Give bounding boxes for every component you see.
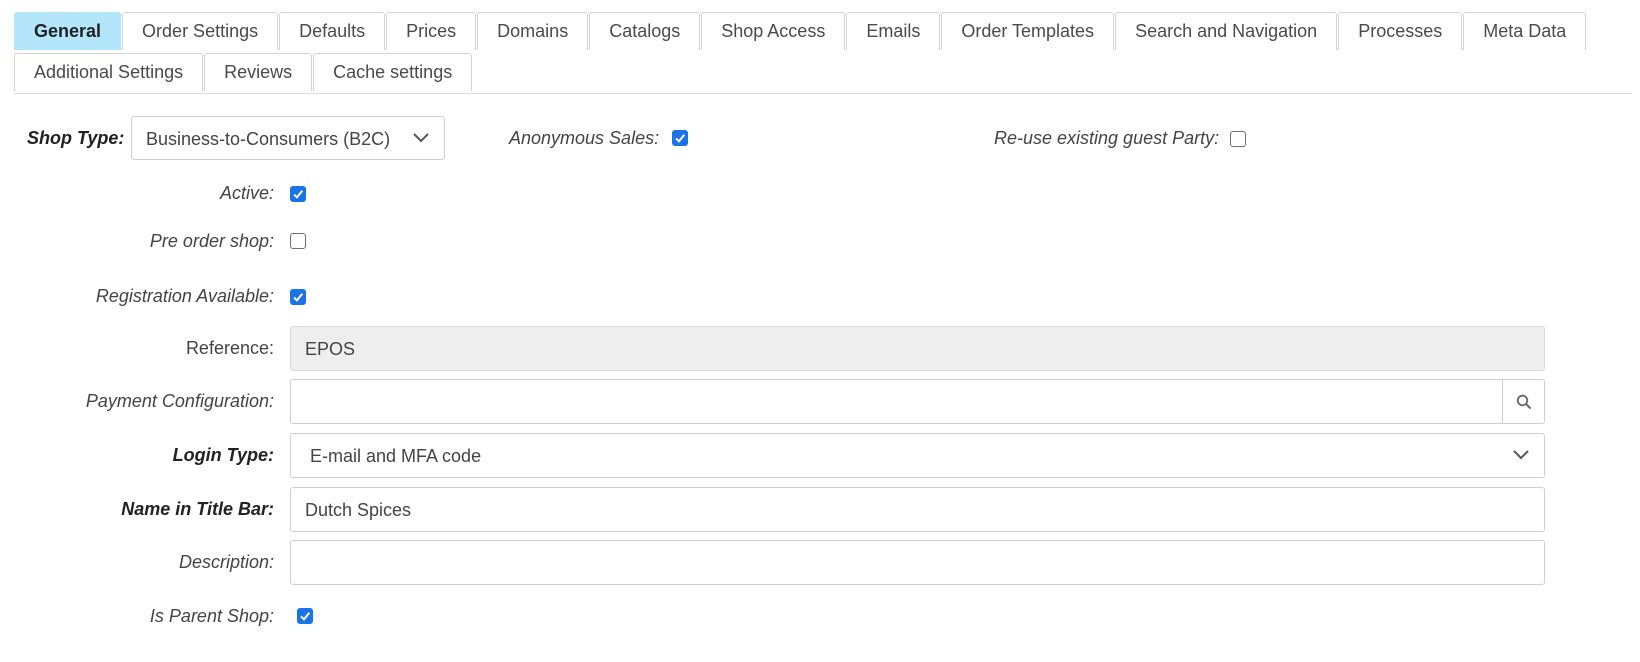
tab-order-settings[interactable]: Order Settings bbox=[122, 12, 279, 50]
tab-reviews[interactable]: Reviews bbox=[204, 53, 313, 91]
tab-domains[interactable]: Domains bbox=[477, 12, 589, 50]
registration-available-label: Registration Available: bbox=[95, 286, 274, 306]
tab-search-and-navigation[interactable]: Search and Navigation bbox=[1115, 12, 1338, 50]
pre-order-shop-checkbox[interactable] bbox=[290, 233, 306, 249]
reuse-guest-party-label: Re-use existing guest Party: bbox=[994, 128, 1220, 148]
checkmark-icon bbox=[293, 293, 304, 302]
shop-type-label: Shop Type: bbox=[27, 128, 125, 148]
anonymous-sales-checkbox[interactable] bbox=[672, 130, 688, 146]
tab-catalogs[interactable]: Catalogs bbox=[589, 12, 701, 50]
tab-divider bbox=[14, 93, 1632, 94]
tab-defaults[interactable]: Defaults bbox=[279, 12, 386, 50]
login-type-select[interactable]: E-mail and MFA code bbox=[290, 433, 1545, 478]
reference-value: EPOS bbox=[305, 339, 356, 359]
tab-processes[interactable]: Processes bbox=[1338, 12, 1463, 50]
chevron-down-icon bbox=[413, 133, 429, 143]
reuse-guest-party-checkbox[interactable] bbox=[1230, 131, 1246, 147]
tab-general[interactable]: General bbox=[14, 12, 122, 50]
tab-shop-access[interactable]: Shop Access bbox=[701, 12, 846, 50]
description-input[interactable] bbox=[290, 540, 1545, 585]
is-parent-shop-label: Is Parent Shop: bbox=[149, 606, 274, 626]
checkmark-icon bbox=[675, 134, 686, 143]
description-label: Description: bbox=[178, 552, 274, 572]
is-parent-shop-checkbox[interactable] bbox=[297, 608, 313, 624]
tab-cache-settings[interactable]: Cache settings bbox=[313, 53, 473, 91]
tab-bar: General Order Settings Defaults Prices D… bbox=[14, 12, 1632, 94]
active-label: Active: bbox=[219, 183, 274, 203]
tab-additional-settings[interactable]: Additional Settings bbox=[14, 53, 204, 91]
checkmark-icon bbox=[293, 190, 304, 199]
payment-configuration-lookup-button[interactable] bbox=[1502, 380, 1544, 423]
login-type-value: E-mail and MFA code bbox=[310, 446, 482, 466]
payment-configuration-label: Payment Configuration: bbox=[85, 391, 274, 411]
tab-row-1: General Order Settings Defaults Prices D… bbox=[14, 12, 1587, 50]
tab-order-templates[interactable]: Order Templates bbox=[941, 12, 1115, 50]
shop-type-value: Business-to-Consumers (B2C) bbox=[146, 129, 391, 149]
name-in-title-bar-value: Dutch Spices bbox=[305, 500, 412, 520]
checkmark-icon bbox=[300, 612, 311, 621]
name-in-title-bar-input[interactable]: Dutch Spices bbox=[290, 487, 1545, 532]
active-checkbox[interactable] bbox=[290, 186, 306, 202]
registration-available-checkbox[interactable] bbox=[290, 289, 306, 305]
chevron-down-icon bbox=[1513, 450, 1529, 460]
tab-meta-data[interactable]: Meta Data bbox=[1463, 12, 1587, 50]
login-type-label: Login Type: bbox=[172, 445, 274, 465]
pre-order-shop-label: Pre order shop: bbox=[149, 231, 274, 251]
name-in-title-bar-label: Name in Title Bar: bbox=[121, 499, 274, 519]
shop-type-select[interactable]: Business-to-Consumers (B2C) bbox=[131, 116, 445, 160]
reference-label: Reference: bbox=[185, 338, 274, 358]
tab-emails[interactable]: Emails bbox=[846, 12, 941, 50]
tab-row-2: Additional Settings Reviews Cache settin… bbox=[14, 53, 473, 91]
tab-prices[interactable]: Prices bbox=[386, 12, 477, 50]
reference-field: EPOS bbox=[290, 326, 1545, 371]
payment-configuration-input[interactable] bbox=[290, 379, 1545, 424]
anonymous-sales-label: Anonymous Sales: bbox=[509, 128, 660, 148]
search-icon bbox=[1516, 394, 1531, 410]
